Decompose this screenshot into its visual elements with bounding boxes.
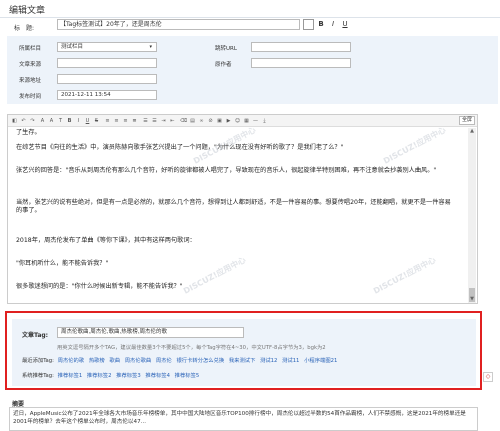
jump-url-label: 跳转URL [215, 46, 237, 52]
align-center-icon[interactable]: ≡ [113, 117, 120, 125]
origin-url-input[interactable] [57, 74, 157, 84]
align-right-icon[interactable]: ≡ [122, 117, 129, 125]
editor-paragraph: 了生存。 [16, 129, 41, 136]
highlight-icon[interactable]: A [48, 117, 55, 125]
flash-icon[interactable]: ▶ [225, 117, 232, 125]
redo-icon[interactable]: ↷ [29, 117, 36, 125]
horizontal-rule-icon[interactable]: — [252, 117, 259, 125]
title-color-swatch[interactable] [303, 19, 314, 30]
editor-paragraph: 很多歌迷想问的是："你什么时候出新专辑，能不能告诉我？" [16, 283, 183, 290]
image-icon[interactable]: ▣ [216, 117, 223, 125]
scroll-up-icon[interactable]: ▲ [468, 128, 476, 135]
summary-textarea[interactable]: 近日，AppleMusic公布了2021年全球各大市场音乐年榜榜单，其中中国大陆… [9, 407, 478, 431]
title-italic-button[interactable]: I [328, 19, 338, 30]
editor-paragraph: 2018年，周杰伦发布了单曲《等你下课》，其中有这样两句歌词： [16, 237, 196, 244]
title-label: 标 题: [14, 25, 35, 32]
editor-paragraph: 张艺兴的回答是："音乐从到周杰伦有那么几个音符，好听的旋律都被人唱完了，导致现在… [16, 167, 437, 174]
align-left-icon[interactable]: ≡ [104, 117, 111, 125]
page-title: 编辑文章 [9, 6, 46, 16]
fullscreen-button[interactable]: 全屏 [459, 116, 475, 125]
title-input[interactable]: 【Tag标签测试】20年了，还是周杰伦 [57, 19, 300, 30]
category-select[interactable]: 测试栏目 ▾ [57, 42, 157, 52]
scroll-down-icon[interactable]: ▼ [468, 296, 476, 303]
publish-time-label: 发布时间 [19, 94, 42, 100]
rich-text-editor[interactable]: ◧ ↶ ↷ A A T B I U S ≡ ≡ ≡ ≣ ☰ ☰ ⇥ ⇤ ⌫ ▤ … [7, 114, 478, 304]
font-size-icon[interactable]: T [57, 117, 64, 125]
back-to-top-icon[interactable]: ◇ [483, 372, 493, 382]
unordered-list-icon[interactable]: ☰ [151, 117, 158, 125]
link-icon[interactable]: ∞ [198, 117, 205, 125]
source-input[interactable] [57, 58, 157, 68]
page-break-icon[interactable]: ⤓ [261, 117, 268, 125]
article-meta-panel: 所属栏目 测试栏目 ▾ 文章来源 来源地址 发布时间 2021-12-11 13… [7, 36, 498, 104]
author-input[interactable] [251, 58, 351, 68]
unlink-icon[interactable]: ⊘ [207, 117, 214, 125]
ordered-list-icon[interactable]: ☰ [142, 117, 149, 125]
title-divider [0, 17, 500, 18]
category-value: 测试栏目 [61, 44, 84, 50]
table-icon[interactable]: ▦ [243, 117, 250, 125]
emoji-icon[interactable]: ☺ [234, 117, 241, 125]
clear-format-icon[interactable]: ⌫ [180, 117, 187, 125]
highlight-frame [5, 311, 482, 390]
indent-icon[interactable]: ⇥ [160, 117, 167, 125]
title-underline-button[interactable]: U [340, 19, 350, 30]
outdent-icon[interactable]: ⇤ [169, 117, 176, 125]
undo-icon[interactable]: ↶ [20, 117, 27, 125]
underline-icon[interactable]: U [84, 117, 91, 125]
editor-scrollbar[interactable]: ▲ ▼ [468, 128, 476, 303]
bold-icon[interactable]: B [66, 117, 73, 125]
title-bold-button[interactable]: B [316, 19, 326, 30]
author-label: 原作者 [215, 62, 232, 68]
editor-toolbar: ◧ ↶ ↷ A A T B I U S ≡ ≡ ≡ ≣ ☰ ☰ ⇥ ⇤ ⌫ ▤ … [8, 115, 477, 127]
font-color-icon[interactable]: A [39, 117, 46, 125]
strikethrough-icon[interactable]: S [93, 117, 100, 125]
editor-paragraph: 当然，张艺兴的说有些绝对，但是有一点是必然的，就那么几个音符，想得到让人都到舒适… [16, 199, 451, 215]
jump-url-input[interactable] [251, 42, 351, 52]
justify-icon[interactable]: ≣ [131, 117, 138, 125]
italic-icon[interactable]: I [75, 117, 82, 125]
category-label: 所属栏目 [19, 46, 42, 52]
source-label: 文章来源 [19, 62, 42, 68]
origin-url-label: 来源地址 [19, 78, 42, 84]
publish-time-input[interactable]: 2021-12-11 13:54 [57, 90, 157, 100]
editor-paragraph: "你耳机听什么，能不能告诉我？" [16, 260, 109, 267]
paste-icon[interactable]: ▤ [189, 117, 196, 125]
source-code-icon[interactable]: ◧ [11, 117, 18, 125]
editor-paragraph: 在综艺节目《向往的生活》中，演员陈赫向歌手张艺兴提出了一个问题，"为什么现在没有… [16, 144, 344, 151]
chevron-down-icon: ▾ [149, 44, 152, 50]
